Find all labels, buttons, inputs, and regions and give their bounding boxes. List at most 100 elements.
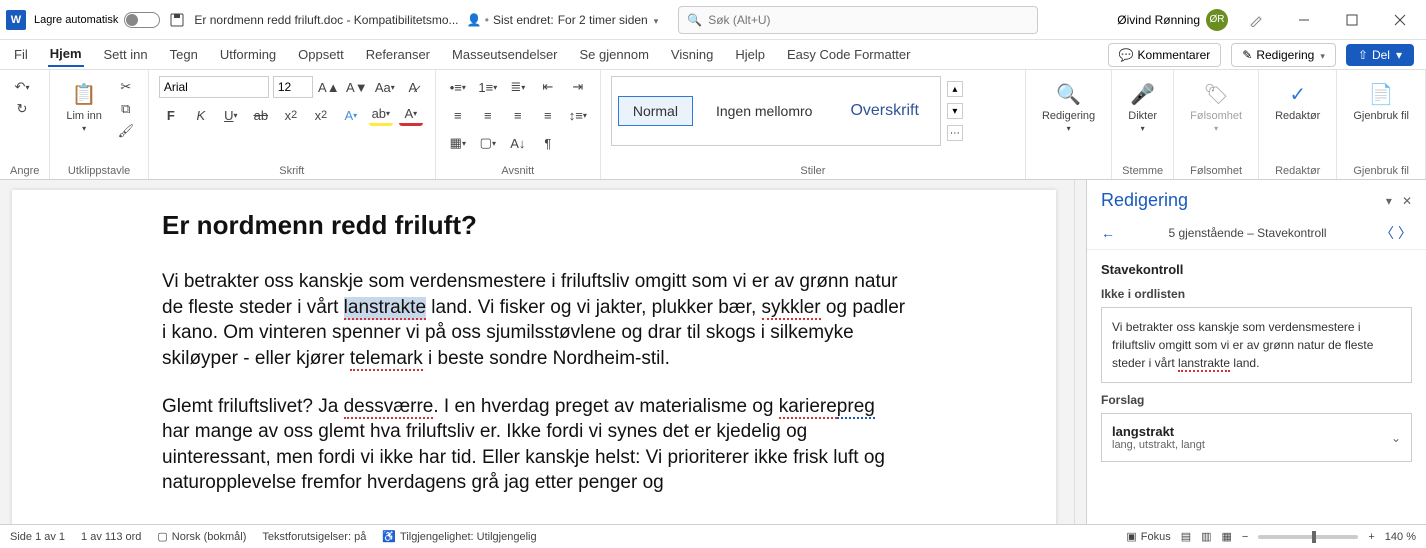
numbering-button[interactable]: 1≡▾ xyxy=(476,76,500,98)
tab-insert[interactable]: Sett inn xyxy=(102,43,150,66)
decrease-indent-button[interactable]: ⇤ xyxy=(536,76,560,98)
align-right-button[interactable]: ≡ xyxy=(506,104,530,126)
zoom-slider[interactable] xyxy=(1258,535,1358,539)
tab-design[interactable]: Utforming xyxy=(218,43,278,66)
font-color-button[interactable]: A▾ xyxy=(399,104,423,126)
page-indicator[interactable]: Side 1 av 1 xyxy=(10,531,65,543)
subscript-button[interactable]: x2 xyxy=(279,104,303,126)
tab-ecf[interactable]: Easy Code Formatter xyxy=(785,43,913,66)
misspelling[interactable]: kariere xyxy=(779,396,837,419)
cut-button[interactable]: ✂ xyxy=(114,76,138,98)
tab-view[interactable]: Visning xyxy=(669,43,715,66)
gallery-up-button[interactable]: ▴ xyxy=(947,81,963,97)
font-name-input[interactable] xyxy=(159,76,269,98)
italic-button[interactable]: K xyxy=(189,104,213,126)
reuse-file-button[interactable]: 📄 Gjenbruk fil xyxy=(1347,76,1415,126)
view-print-layout[interactable]: ▤ xyxy=(1181,530,1191,543)
user-account[interactable]: Øivind Rønning ØR xyxy=(1117,9,1228,31)
panel-back-button[interactable]: ← xyxy=(1101,225,1115,241)
style-normal[interactable]: Normal xyxy=(618,96,693,126)
tab-home[interactable]: Hjem xyxy=(48,42,84,67)
minimize-button[interactable] xyxy=(1284,4,1324,36)
tab-layout[interactable]: Oppsett xyxy=(296,43,346,66)
style-no-spacing[interactable]: Ingen mellomro xyxy=(701,96,828,126)
tab-review[interactable]: Se gjennom xyxy=(578,43,651,66)
suggestion-item[interactable]: langstrakt lang, utstrakt, langt ⌄ xyxy=(1101,413,1412,462)
undo-button[interactable]: ↶▾ xyxy=(10,76,34,98)
last-modified[interactable]: 👤 • Sist endret: For 2 timer siden xyxy=(467,13,659,27)
gallery-more-button[interactable]: ⋯ xyxy=(947,125,963,141)
misspelling[interactable]: dessværre xyxy=(344,396,434,419)
find-replace-button[interactable]: 🔍 Redigering ▾ xyxy=(1036,76,1101,137)
editing-mode-button[interactable]: ✎ Redigering xyxy=(1231,43,1336,67)
pen-icon[interactable] xyxy=(1236,4,1276,36)
panel-close-icon[interactable]: ✕ xyxy=(1402,194,1412,208)
close-button[interactable] xyxy=(1380,4,1420,36)
word-count[interactable]: 1 av 113 ord xyxy=(81,531,141,543)
sensitivity-button[interactable]: 🏷 Følsomhet ▾ xyxy=(1184,76,1248,137)
panel-options-icon[interactable]: ▾ xyxy=(1386,194,1392,208)
view-read-mode[interactable]: ▥ xyxy=(1201,530,1211,543)
underline-button[interactable]: U▾ xyxy=(219,104,243,126)
show-marks-button[interactable]: ¶ xyxy=(536,132,560,154)
autosave-toggle[interactable] xyxy=(124,12,160,28)
shading-button[interactable]: ▦▾ xyxy=(446,132,470,154)
grow-font-button[interactable]: A▲ xyxy=(317,76,341,98)
language-indicator[interactable]: ▢ Norsk (bokmål) xyxy=(157,530,246,543)
text-predictions[interactable]: Tekstforutsigelser: på xyxy=(262,531,366,543)
tab-help[interactable]: Hjelp xyxy=(733,43,767,66)
align-center-button[interactable]: ≡ xyxy=(476,104,500,126)
grammar-mark[interactable]: preg xyxy=(837,396,875,419)
superscript-button[interactable]: x2 xyxy=(309,104,333,126)
strike-button[interactable]: ab xyxy=(249,104,273,126)
misspelling[interactable]: telemark xyxy=(350,348,423,371)
highlight-button[interactable]: ab▾ xyxy=(369,104,393,126)
zoom-level[interactable]: 140 % xyxy=(1385,531,1416,543)
justify-button[interactable]: ≡ xyxy=(536,104,560,126)
search-box[interactable]: 🔍 xyxy=(678,6,1038,34)
tab-draw[interactable]: Tegn xyxy=(168,43,200,66)
multilevel-button[interactable]: ≣▾ xyxy=(506,76,530,98)
panel-prev-button[interactable]: 〈 xyxy=(1380,223,1394,243)
gallery-down-button[interactable]: ▾ xyxy=(947,103,963,119)
sort-button[interactable]: A↓ xyxy=(506,132,530,154)
zoom-in-button[interactable]: + xyxy=(1368,531,1374,543)
accessibility-status[interactable]: ♿ Tilgjengelighet: Utilgjengelig xyxy=(382,530,536,543)
chevron-down-icon[interactable]: ⌄ xyxy=(1391,431,1401,445)
copy-button[interactable]: ⧉ xyxy=(114,98,138,120)
focus-mode-button[interactable]: ▣ Fokus xyxy=(1126,530,1170,543)
search-input[interactable] xyxy=(708,13,1029,27)
editor-button[interactable]: ✓ Redaktør xyxy=(1269,76,1326,126)
dictate-button[interactable]: 🎤 Dikter ▾ xyxy=(1122,76,1163,137)
save-icon[interactable] xyxy=(168,11,186,29)
misspelling[interactable]: sykkler xyxy=(762,297,821,320)
zoom-out-button[interactable]: − xyxy=(1242,531,1248,543)
share-button[interactable]: ⇧ Del ▾ xyxy=(1346,44,1414,66)
autosave-toggle-group: Lagre automatisk xyxy=(34,12,160,28)
font-size-input[interactable] xyxy=(273,76,313,98)
tab-file[interactable]: Fil xyxy=(12,43,30,66)
line-spacing-button[interactable]: ↕≡▾ xyxy=(566,104,590,126)
bold-button[interactable]: F xyxy=(159,104,183,126)
shrink-font-button[interactable]: A▼ xyxy=(345,76,369,98)
text-effects-button[interactable]: A▾ xyxy=(339,104,363,126)
borders-button[interactable]: ▢▾ xyxy=(476,132,500,154)
maximize-button[interactable] xyxy=(1332,4,1372,36)
clear-format-button[interactable]: A̷ xyxy=(401,76,425,98)
bullets-button[interactable]: •≡▾ xyxy=(446,76,470,98)
tab-references[interactable]: Referanser xyxy=(364,43,432,66)
paste-button[interactable]: 📋 Lim inn ▾ xyxy=(60,76,107,142)
document-scroll-area[interactable]: Er nordmenn redd friluft? Vi betrakter o… xyxy=(0,180,1074,524)
format-painter-button[interactable]: 🖌 xyxy=(114,120,138,142)
style-heading[interactable]: Overskrift xyxy=(835,95,933,127)
comments-button[interactable]: 💬 Kommentarer xyxy=(1108,43,1222,67)
align-left-button[interactable]: ≡ xyxy=(446,104,470,126)
selected-misspelling[interactable]: lanstrakte xyxy=(344,297,426,320)
tab-mailings[interactable]: Masseutsendelser xyxy=(450,43,560,66)
increase-indent-button[interactable]: ⇥ xyxy=(566,76,590,98)
view-web-layout[interactable]: ▦ xyxy=(1222,530,1232,543)
change-case-button[interactable]: Aa▾ xyxy=(373,76,397,98)
panel-next-button[interactable]: 〉 xyxy=(1398,223,1412,243)
redo-button[interactable]: ↻ xyxy=(10,98,34,120)
vertical-scrollbar[interactable] xyxy=(1074,180,1086,524)
